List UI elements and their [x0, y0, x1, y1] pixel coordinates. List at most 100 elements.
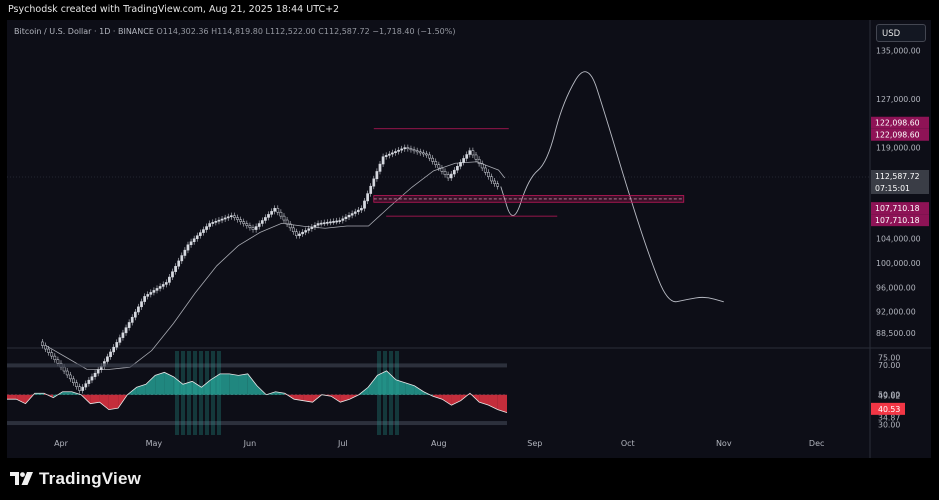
candle-body [372, 178, 376, 187]
candle-body [273, 208, 277, 212]
candle-body [186, 244, 190, 251]
rsi-area-segment [229, 373, 239, 395]
currency-button[interactable]: USD [876, 24, 926, 42]
candle-body [344, 216, 348, 219]
candle-body [174, 266, 177, 272]
time-axis-label: May [146, 439, 163, 448]
candle-body [397, 149, 400, 152]
candle-body [384, 155, 388, 157]
candle-body [360, 208, 363, 211]
candle-body [180, 255, 184, 262]
rsi-upper-band [7, 363, 507, 368]
candle-body [199, 232, 202, 236]
candle-body [264, 217, 267, 221]
candle-body [239, 219, 242, 222]
chart-svg[interactable]: 135,000.00127,000.00119,000.00114,000.00… [7, 20, 931, 458]
time-axis-label: Oct [621, 439, 635, 448]
candle-body [168, 276, 171, 283]
candle-body [329, 221, 332, 224]
candle-body [202, 229, 205, 233]
candle-body [378, 163, 382, 172]
candle-body [158, 286, 162, 289]
candle-body [350, 213, 354, 216]
candle-body [322, 222, 326, 225]
candle-body [189, 241, 193, 246]
candle-body [220, 218, 224, 221]
candle-body [347, 215, 351, 218]
ohlc-change: −1,718.40 (−1.50%) [372, 27, 456, 36]
lower-level-label-2: 107,710.18 [875, 216, 920, 225]
tradingview-logo[interactable]: TradingView [10, 469, 141, 489]
candle-body [335, 220, 338, 223]
top-bar: Psychodsk created with TradingView.com, … [0, 0, 939, 20]
candle-body [270, 211, 273, 215]
candle-body [164, 282, 168, 285]
candle-body [319, 222, 323, 225]
candle-body [115, 342, 119, 348]
candle-body [233, 215, 236, 218]
candle-body [496, 183, 500, 187]
candle-body [242, 221, 246, 224]
candle-body [465, 154, 469, 159]
candle-body [304, 230, 308, 233]
candle-body [183, 249, 187, 256]
candle-body [493, 180, 496, 184]
moving-average-line [46, 161, 506, 370]
time-axis-label: Dec [809, 439, 824, 448]
candle-body [437, 164, 441, 169]
price-axis-label: 135,000.00 [876, 46, 921, 55]
candle-body [267, 214, 270, 218]
candle-body [260, 220, 264, 224]
ohlc-high: H114,819.80 [211, 27, 263, 36]
rsi-area-segment [108, 394, 119, 410]
candle-body [291, 227, 295, 232]
candle-body [462, 158, 465, 163]
candle-body [127, 322, 131, 328]
ohlc-open: O114,302.36 [156, 27, 209, 36]
candle-body [112, 346, 115, 353]
candle-body [366, 193, 369, 202]
candle-body [490, 176, 493, 182]
candle-body [425, 153, 428, 156]
candle-body [375, 171, 379, 180]
candle-body [41, 341, 44, 346]
lower-level-label: 107,710.18 [875, 204, 920, 213]
candle-body [248, 225, 252, 228]
candle-body [152, 290, 156, 293]
candle-body [47, 348, 50, 353]
candle-body [431, 157, 434, 162]
candle-body [245, 223, 249, 226]
rsi-axis-label: 70.00 [878, 361, 900, 370]
rsi-area-segment [62, 391, 72, 395]
candle-body [208, 223, 212, 227]
candle-body [171, 271, 174, 278]
candle-body [406, 147, 410, 150]
candle-body [369, 185, 373, 194]
creator-caption: Psychodsk created with TradingView.com, … [8, 4, 340, 15]
candle-body [295, 231, 298, 236]
price-axis-label: 96,000.00 [876, 283, 916, 292]
candle-body [282, 215, 286, 221]
candle-body [487, 172, 490, 177]
candle-body [363, 200, 366, 209]
price-axis-label: 100,000.00 [876, 259, 921, 268]
candle-body [53, 355, 57, 360]
candle-body [121, 332, 125, 338]
price-axis-label: 104,000.00 [876, 235, 921, 244]
candle-body [254, 226, 258, 230]
candle-body [192, 238, 196, 242]
candle-body [44, 345, 47, 350]
candle-body [391, 152, 394, 155]
candle-body [403, 147, 407, 150]
candle-body [316, 223, 320, 226]
candle-body [421, 152, 425, 155]
chart-area[interactable]: 135,000.00127,000.00119,000.00114,000.00… [7, 20, 931, 458]
candle-body [226, 216, 230, 219]
candle-body [301, 231, 304, 235]
time-axis-label: Aug [431, 439, 447, 448]
rsi-area-segment [155, 372, 165, 395]
symbol-legend: Bitcoin / U.S. Dollar · 1D · BINANCE O11… [14, 27, 455, 36]
rsi-lower-band [7, 421, 507, 426]
countdown-label: 07:15:01 [875, 184, 910, 193]
candle-body [474, 154, 478, 160]
